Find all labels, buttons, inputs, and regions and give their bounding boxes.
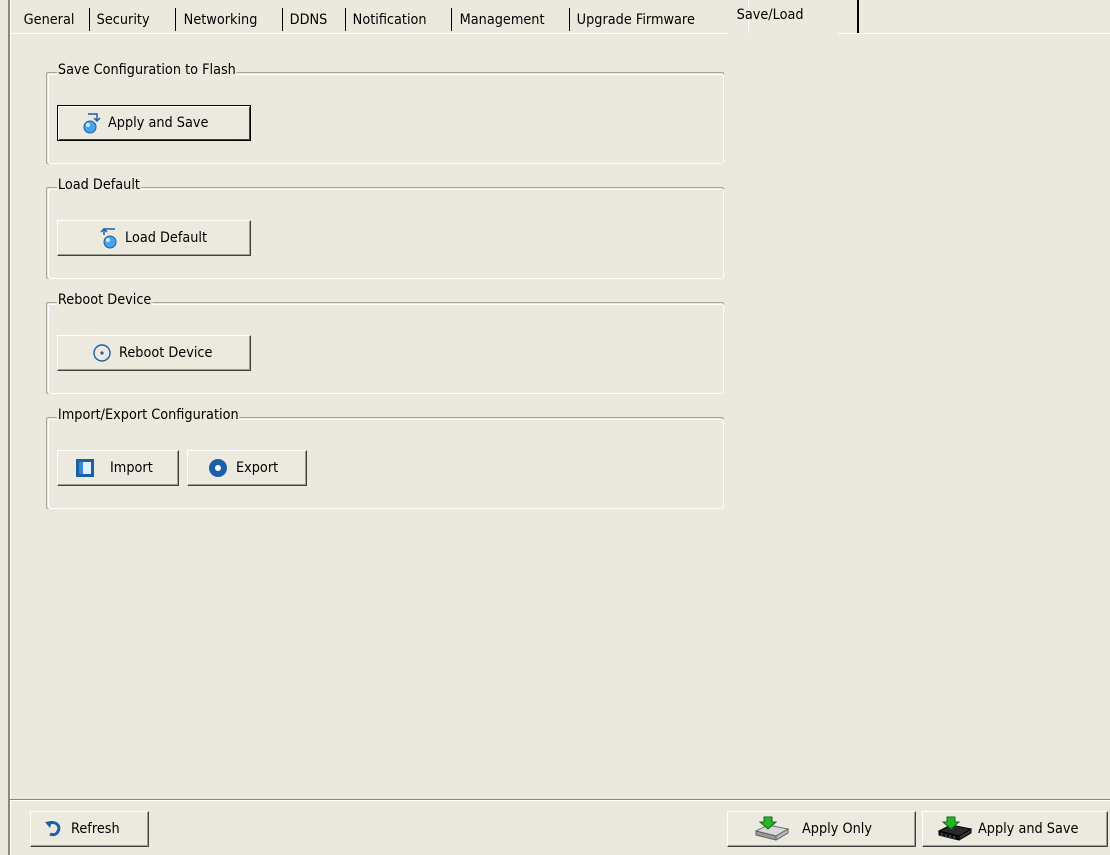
reboot-device-group: Reboot Device Reboot Device [46, 292, 724, 394]
import-button[interactable]: Import [57, 450, 179, 486]
footer-separator-highlight [10, 800, 1110, 801]
settings-panel: General Security Networking DDNS Notific… [0, 0, 1110, 855]
group-title: Import/Export Configuration [57, 407, 240, 423]
load-default-button[interactable]: Load Default [57, 220, 251, 256]
tab-separator [282, 8, 283, 31]
apply-and-save-button[interactable]: Apply and Save [57, 105, 251, 141]
panel-border-highlight [10, 0, 11, 855]
group-title: Reboot Device [57, 292, 153, 308]
tab-baseline [10, 33, 728, 34]
group-title: Load Default [57, 177, 141, 193]
load-arrow-icon [100, 227, 117, 249]
load-default-group: Load Default Load Default [46, 177, 724, 279]
tab-separator [569, 8, 570, 31]
import-label: Import [110, 460, 153, 476]
import-icon [76, 459, 94, 477]
reboot-circle-icon [93, 344, 111, 362]
tab-general[interactable]: General [20, 8, 78, 32]
refresh-label: Refresh [71, 821, 120, 837]
save-arrow-icon [83, 113, 101, 134]
apply-and-save-footer-button[interactable]: Apply and Save [922, 811, 1108, 847]
save-to-flash-group: Save Configuration to Flash Apply and Sa… [46, 62, 724, 164]
apply-and-save-label: Apply and Save [108, 115, 209, 131]
tab-save-load[interactable]: Save/Load [733, 3, 807, 27]
tab-management[interactable]: Management [456, 8, 548, 32]
refresh-icon [45, 821, 61, 837]
tab-bar: General Security Networking DDNS Notific… [20, 0, 1100, 34]
apply-only-label: Apply Only [802, 821, 872, 837]
export-icon [209, 459, 227, 477]
tab-baseline [838, 33, 1110, 34]
tab-notification[interactable]: Notification [349, 8, 430, 32]
tab-separator [451, 8, 452, 31]
import-export-group: Import/Export Configuration Import Expor… [46, 407, 724, 509]
tab-separator [345, 8, 346, 31]
export-label: Export [236, 460, 279, 476]
refresh-button[interactable]: Refresh [30, 811, 149, 847]
tab-security[interactable]: Security [93, 8, 153, 32]
tab-separator [175, 8, 176, 31]
reboot-device-button[interactable]: Reboot Device [57, 335, 251, 371]
drive-apply-icon [754, 816, 790, 841]
load-default-label: Load Default [125, 230, 208, 246]
tab-ddns[interactable]: DDNS [286, 8, 331, 32]
group-title: Save Configuration to Flash [57, 62, 237, 78]
tab-separator [89, 8, 90, 31]
tab-upgrade-firmware[interactable]: Upgrade Firmware [573, 8, 699, 32]
apply-only-button[interactable]: Apply Only [727, 811, 916, 847]
tab-networking[interactable]: Networking [180, 8, 261, 32]
chip-save-icon [937, 816, 973, 841]
export-button[interactable]: Export [187, 450, 307, 486]
reboot-device-label: Reboot Device [119, 345, 213, 361]
apply-and-save-footer-label: Apply and Save [978, 821, 1079, 837]
